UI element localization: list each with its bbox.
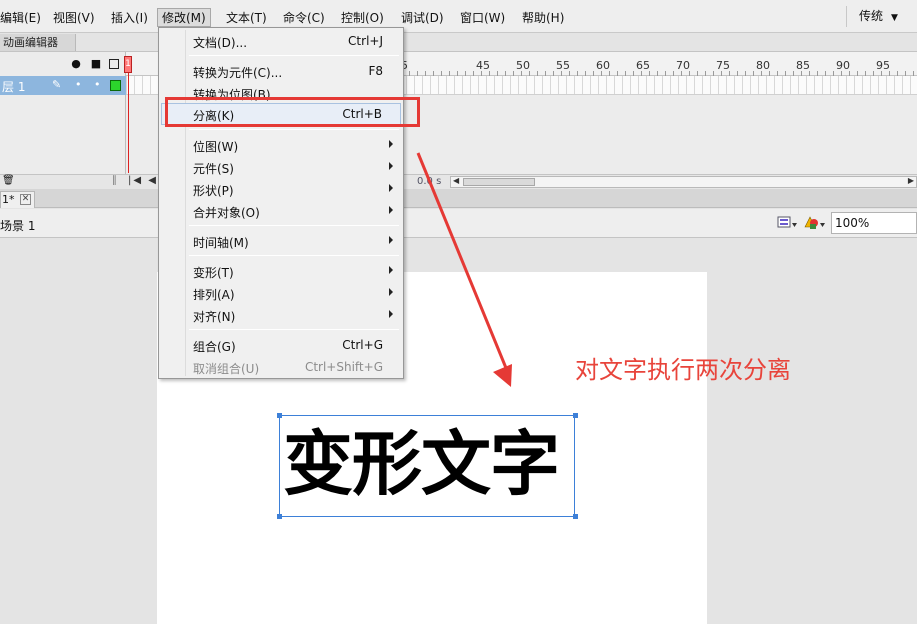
document-tab[interactable]: 1* ✕ [0, 191, 35, 208]
edit-bar: 场景 1 100% [0, 209, 917, 238]
lock-icon[interactable]: ■ [90, 58, 102, 70]
menu-separator [189, 225, 399, 226]
trash-icon[interactable]: 🗑 [2, 175, 15, 186]
menu-item-label: 时间轴(M) [193, 236, 249, 250]
menu-item-document[interactable]: 文档(D)... Ctrl+J [161, 30, 401, 52]
menu-item-shortcut: Ctrl+J [348, 34, 383, 48]
menu-item-shortcut: F8 [368, 64, 383, 78]
close-icon[interactable]: ✕ [20, 194, 31, 205]
menu-item-label: 取消组合(U) [193, 362, 260, 376]
menu-item-label: 对齐(N) [193, 310, 236, 324]
timeline-panel: ● ■ 层 1 ✎ • • 5 45 50 55 60 65 70 75 80 … [0, 51, 917, 189]
menu-item-label: 文档(D)... [193, 36, 248, 50]
menu-separator [189, 129, 399, 130]
menu-item-timeline[interactable]: 时间轴(M) [161, 230, 401, 252]
outline-icon[interactable] [109, 59, 119, 69]
submenu-arrow-icon [389, 310, 393, 318]
menu-item-combine-objects[interactable]: 合并对象(O) [161, 200, 401, 222]
annotation-text: 对文字执行两次分离 [575, 356, 791, 384]
menu-commands[interactable]: 命令(C) [283, 9, 325, 27]
timeline-scrollbar[interactable]: ◀ ▶ [450, 176, 917, 188]
playhead-line [128, 73, 129, 173]
selection-handle[interactable] [277, 514, 282, 519]
menu-edit[interactable]: 编辑(E) [0, 9, 41, 27]
layer-name: 层 1 [2, 80, 26, 94]
workspace-switcher[interactable]: 传统 ▼ [846, 6, 908, 27]
playhead[interactable]: 1 [124, 56, 132, 73]
menu-item-label: 转换为元件(C)... [193, 66, 283, 80]
document-tab-bar: 1* ✕ [0, 189, 917, 208]
menu-control[interactable]: 控制(O) [341, 9, 384, 27]
menu-item-transform[interactable]: 变形(T) [161, 260, 401, 282]
ruler-marks: 5 45 50 55 60 65 70 75 80 85 90 95 [401, 52, 917, 76]
menu-insert[interactable]: 插入(I) [111, 9, 148, 27]
layer-outline-color[interactable] [110, 80, 121, 91]
elapsed-time: 0.0 s [417, 176, 442, 187]
submenu-arrow-icon [389, 266, 393, 274]
menu-modify[interactable]: 修改(M) [157, 8, 211, 27]
submenu-arrow-icon [389, 140, 393, 148]
menu-window[interactable]: 窗口(W) [460, 9, 505, 27]
playback-controls[interactable]: |◀ ◀ [128, 175, 158, 186]
menu-separator [189, 255, 399, 256]
menu-item-label: 形状(P) [193, 184, 234, 198]
tab-motion-editor[interactable]: 动画编辑器 [0, 34, 76, 51]
menu-item-label: 合并对象(O) [193, 206, 260, 220]
modify-menu-dropdown: 文档(D)... Ctrl+J 转换为元件(C)... F8 转换为位图(B) … [158, 27, 404, 379]
layer-panel: ● ■ 层 1 ✎ • • [0, 52, 126, 174]
scrollbar-thumb[interactable] [463, 178, 535, 186]
eye-icon[interactable]: ● [70, 58, 82, 70]
scene-name: 场景 1 [0, 219, 36, 233]
zoom-field[interactable]: 100% [831, 212, 917, 234]
submenu-arrow-icon [389, 162, 393, 170]
menu-item-shortcut: Ctrl+G [342, 338, 383, 352]
selection-handle[interactable] [277, 413, 282, 418]
menu-debug[interactable]: 调试(D) [401, 9, 444, 27]
submenu-arrow-icon [389, 206, 393, 214]
menu-item-bitmap[interactable]: 位图(W) [161, 134, 401, 156]
scroll-left-icon[interactable]: ◀ [453, 176, 459, 185]
menu-bar: 编辑(E) 视图(V) 插入(I) 修改(M) 文本(T) 命令(C) 控制(O… [0, 0, 917, 33]
menu-item-shortcut: Ctrl+Shift+G [304, 360, 383, 374]
edit-symbol-icon[interactable] [802, 214, 826, 232]
chevron-down-icon: ▼ [891, 13, 898, 23]
workspace-label: 传统 [859, 9, 884, 23]
menu-item-label: 组合(G) [193, 340, 236, 354]
edit-scene-icon[interactable] [776, 214, 798, 232]
pencil-icon: ✎ [52, 78, 62, 91]
scroll-right-icon[interactable]: ▶ [908, 176, 914, 185]
menu-text[interactable]: 文本(T) [226, 9, 267, 27]
annotation-highlight-box [165, 97, 420, 127]
visibility-dot-icon[interactable]: • [75, 78, 82, 91]
menu-view[interactable]: 视图(V) [53, 9, 95, 27]
menu-item-convert-to-symbol[interactable]: 转换为元件(C)... F8 [161, 60, 401, 82]
document-tab-label: 1* [2, 193, 15, 206]
submenu-arrow-icon [389, 184, 393, 192]
menu-help[interactable]: 帮助(H) [522, 9, 564, 27]
menu-item-shape[interactable]: 形状(P) [161, 178, 401, 200]
menu-item-arrange[interactable]: 排列(A) [161, 282, 401, 304]
scroll-grip-icon: ∥ [112, 175, 117, 186]
submenu-arrow-icon [389, 288, 393, 296]
menu-item-label: 变形(T) [193, 266, 234, 280]
stage-text-object[interactable]: 变形文字 [283, 419, 560, 509]
selection-handle[interactable] [573, 514, 578, 519]
timeline-footer: 🗑 ∥ |◀ ◀ 0.0 s ◀ ▶ [0, 174, 917, 189]
menu-item-ungroup: 取消组合(U) Ctrl+Shift+G [161, 356, 401, 378]
menu-item-label: 元件(S) [193, 162, 234, 176]
lock-dot-icon[interactable]: • [94, 78, 101, 91]
submenu-arrow-icon [389, 236, 393, 244]
menu-item-symbol[interactable]: 元件(S) [161, 156, 401, 178]
layer-row[interactable]: 层 1 ✎ • • [0, 76, 126, 95]
menu-item-align[interactable]: 对齐(N) [161, 304, 401, 326]
menu-item-label: 位图(W) [193, 140, 239, 154]
menu-item-group[interactable]: 组合(G) Ctrl+G [161, 334, 401, 356]
menu-separator [189, 329, 399, 330]
menu-separator [189, 55, 399, 56]
menu-item-label: 排列(A) [193, 288, 235, 302]
selection-handle[interactable] [573, 413, 578, 418]
